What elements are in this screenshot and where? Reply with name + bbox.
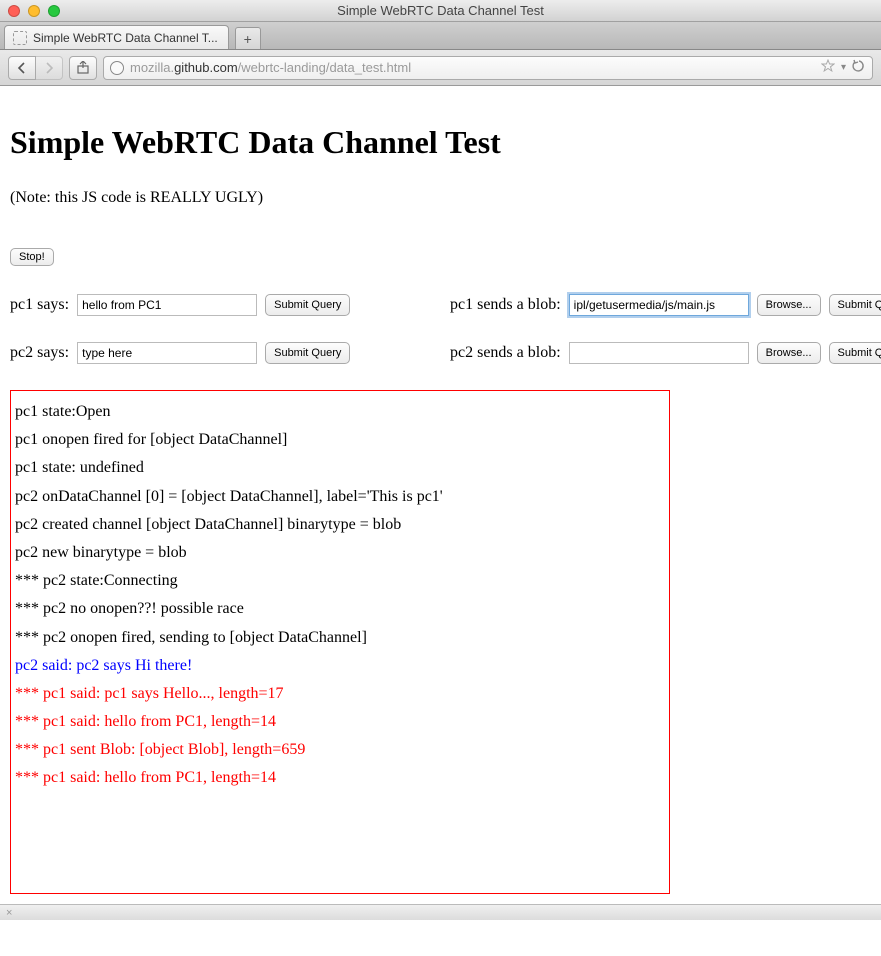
traffic-lights bbox=[0, 5, 60, 17]
log-box[interactable]: pc1 state:Open pc1 onopen fired for [obje… bbox=[10, 390, 670, 894]
pc2-says-input[interactable] bbox=[77, 342, 257, 364]
url-bar[interactable]: mozilla.github.com/webrtc-landing/data_t… bbox=[103, 56, 873, 80]
log-line: pc1 state:Open bbox=[15, 402, 665, 421]
pc2-blob-cell: pc2 sends a blob: Browse... Submit Query bbox=[450, 342, 881, 364]
url-path: /webrtc-landing/data_test.html bbox=[238, 60, 411, 75]
pc1-says-input[interactable] bbox=[77, 294, 257, 316]
share-icon bbox=[76, 61, 90, 75]
pc1-blob-input[interactable] bbox=[569, 294, 749, 316]
new-tab-button[interactable]: + bbox=[235, 27, 261, 49]
pc1-browse-button[interactable]: Browse... bbox=[757, 294, 821, 316]
pc1-blob-submit[interactable]: Submit Query bbox=[829, 294, 881, 316]
log-line: *** pc2 onopen fired, sending to [object… bbox=[15, 628, 665, 647]
pc2-blob-submit[interactable]: Submit Query bbox=[829, 342, 881, 364]
pc2-says-submit[interactable]: Submit Query bbox=[265, 342, 350, 364]
pc1-says-submit[interactable]: Submit Query bbox=[265, 294, 350, 316]
log-line: *** pc2 no onopen??! possible race bbox=[15, 599, 665, 618]
pc2-says-label: pc2 says: bbox=[10, 344, 69, 362]
pc2-blob-input[interactable] bbox=[569, 342, 749, 364]
tab-title: Simple WebRTC Data Channel T... bbox=[33, 31, 218, 45]
zoom-window-icon[interactable] bbox=[48, 5, 60, 17]
pc1-blob-cell: pc1 sends a blob: Browse... Submit Query bbox=[450, 294, 881, 316]
back-arrow-icon bbox=[16, 62, 28, 74]
url-host-main: github.com bbox=[174, 60, 238, 75]
url-host-prefix: mozilla. bbox=[130, 60, 174, 75]
close-window-icon[interactable] bbox=[8, 5, 20, 17]
pc1-blob-label: pc1 sends a blob: bbox=[450, 296, 561, 314]
status-close-icon[interactable]: × bbox=[6, 907, 12, 919]
log-line: pc2 said: pc2 says Hi there! bbox=[15, 656, 665, 675]
pc1-says-cell: pc1 says: Submit Query bbox=[10, 294, 450, 316]
log-line: *** pc1 said: pc1 says Hello..., length=… bbox=[15, 684, 665, 703]
forward-arrow-icon bbox=[43, 62, 55, 74]
log-line: pc2 onDataChannel [0] = [object DataChan… bbox=[15, 487, 665, 506]
log-line: pc1 onopen fired for [object DataChannel… bbox=[15, 430, 665, 449]
nav-history-group bbox=[8, 56, 63, 80]
page-content: Simple WebRTC Data Channel Test (Note: t… bbox=[0, 86, 881, 904]
share-button[interactable] bbox=[69, 56, 97, 80]
dropdown-icon[interactable]: ▾ bbox=[841, 62, 846, 73]
window-titlebar: Simple WebRTC Data Channel Test bbox=[0, 0, 881, 22]
status-bar: × bbox=[0, 904, 881, 920]
pc2-says-cell: pc2 says: Submit Query bbox=[10, 342, 450, 364]
row-pc1: pc1 says: Submit Query pc1 sends a blob:… bbox=[10, 294, 871, 342]
browser-tab[interactable]: Simple WebRTC Data Channel T... bbox=[4, 25, 229, 49]
stop-button[interactable]: Stop! bbox=[10, 248, 54, 266]
log-line: *** pc2 state:Connecting bbox=[15, 571, 665, 590]
minimize-window-icon[interactable] bbox=[28, 5, 40, 17]
globe-icon bbox=[110, 61, 124, 75]
pc1-says-label: pc1 says: bbox=[10, 296, 69, 314]
reload-icon[interactable] bbox=[852, 59, 866, 76]
log-line: *** pc1 sent Blob: [object Blob], length… bbox=[15, 740, 665, 759]
favicon-icon bbox=[13, 31, 27, 45]
forward-button bbox=[35, 56, 63, 80]
nav-toolbar: mozilla.github.com/webrtc-landing/data_t… bbox=[0, 50, 881, 86]
row-pc2: pc2 says: Submit Query pc2 sends a blob:… bbox=[10, 342, 871, 390]
plus-icon: + bbox=[244, 31, 252, 47]
window-title: Simple WebRTC Data Channel Test bbox=[0, 3, 881, 18]
pc2-blob-label: pc2 sends a blob: bbox=[450, 344, 561, 362]
page-note: (Note: this JS code is REALLY UGLY) bbox=[10, 189, 871, 207]
page-heading: Simple WebRTC Data Channel Test bbox=[10, 124, 871, 161]
bookmark-star-icon[interactable] bbox=[821, 59, 835, 76]
url-text: mozilla.github.com/webrtc-landing/data_t… bbox=[130, 60, 815, 75]
tab-bar: Simple WebRTC Data Channel T... + bbox=[0, 22, 881, 50]
log-line: pc2 new binarytype = blob bbox=[15, 543, 665, 562]
pc2-browse-button[interactable]: Browse... bbox=[757, 342, 821, 364]
log-line: *** pc1 said: hello from PC1, length=14 bbox=[15, 768, 665, 787]
log-line: pc1 state: undefined bbox=[15, 458, 665, 477]
log-line: *** pc1 said: hello from PC1, length=14 bbox=[15, 712, 665, 731]
back-button[interactable] bbox=[8, 56, 36, 80]
log-line: pc2 created channel [object DataChannel]… bbox=[15, 515, 665, 534]
